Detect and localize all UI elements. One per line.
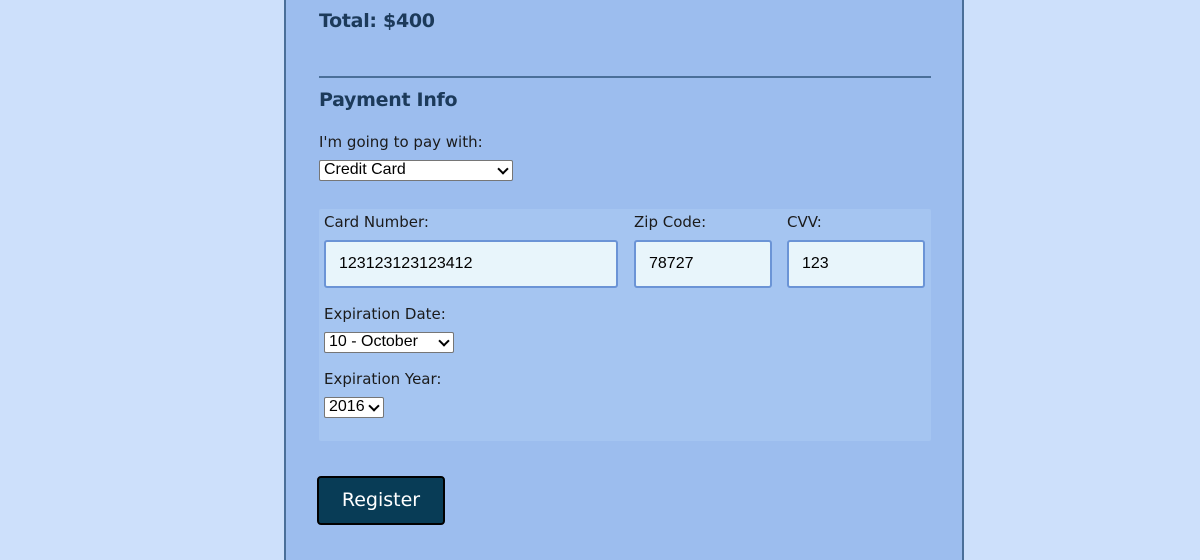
expiration-month-value: 10 - October xyxy=(329,333,418,350)
expiration-year-label: Expiration Year: xyxy=(324,370,442,388)
zip-code-input[interactable]: 78727 xyxy=(634,240,772,288)
card-number-input[interactable]: 123123123123412 xyxy=(324,240,618,288)
registration-form-panel: Total: $400 Payment Info I'm going to pa… xyxy=(284,0,964,560)
total-price: Total: $400 xyxy=(319,10,435,32)
card-number-label: Card Number: xyxy=(324,213,429,231)
payment-method-value: Credit Card xyxy=(324,161,406,178)
expiration-date-label: Expiration Date: xyxy=(324,305,446,323)
payment-method-select[interactable]: Credit Card xyxy=(319,160,513,181)
cvv-label: CVV: xyxy=(787,213,822,231)
cvv-input[interactable]: 123 xyxy=(787,240,925,288)
chevron-down-icon xyxy=(438,335,450,347)
chevron-down-icon xyxy=(368,400,380,412)
payment-info-heading: Payment Info xyxy=(319,89,458,111)
zip-code-label: Zip Code: xyxy=(634,213,707,231)
expiration-month-select[interactable]: 10 - October xyxy=(324,332,454,353)
expiration-year-select[interactable]: 2016 xyxy=(324,397,384,418)
register-button[interactable]: Register xyxy=(317,476,445,525)
payment-method-label: I'm going to pay with: xyxy=(319,133,483,151)
chevron-down-icon xyxy=(497,163,509,175)
credit-card-section: Card Number: 123123123123412 Zip Code: 7… xyxy=(319,209,931,441)
expiration-year-value: 2016 xyxy=(329,398,365,415)
section-divider xyxy=(319,76,931,78)
